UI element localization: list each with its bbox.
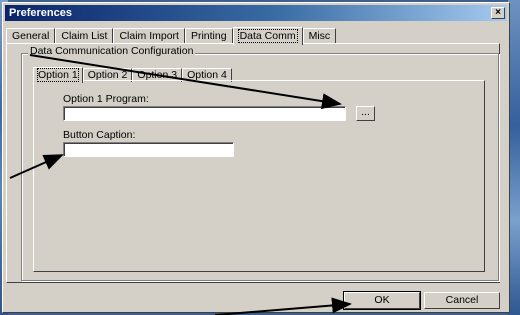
caption-label: Button Caption: [63, 129, 136, 141]
close-button[interactable]: × [491, 7, 505, 19]
tab-bar: General Claim List Claim Import Printing… [6, 26, 337, 45]
ok-button[interactable]: OK [343, 291, 421, 310]
cancel-button[interactable]: Cancel [424, 292, 500, 309]
caption-input[interactable] [63, 142, 234, 157]
close-icon: × [495, 7, 501, 18]
title-bar[interactable]: Preferences × [5, 5, 507, 21]
tab-option-1[interactable]: Option 1 [33, 67, 83, 83]
browse-button[interactable]: ... [356, 106, 375, 121]
program-input[interactable] [63, 106, 346, 121]
program-label: Option 1 Program: [63, 93, 149, 105]
tab-claim-import[interactable]: Claim Import [113, 28, 185, 44]
tab-claim-list[interactable]: Claim List [55, 28, 114, 44]
tab-misc[interactable]: Misc [302, 28, 337, 44]
window-title: Preferences [9, 7, 72, 19]
tab-data-comm[interactable]: Data Comm [232, 27, 303, 45]
tab-general[interactable]: General [6, 28, 56, 44]
tab-printing[interactable]: Printing [184, 28, 233, 44]
group-label: Data Communication Configuration [28, 45, 196, 57]
